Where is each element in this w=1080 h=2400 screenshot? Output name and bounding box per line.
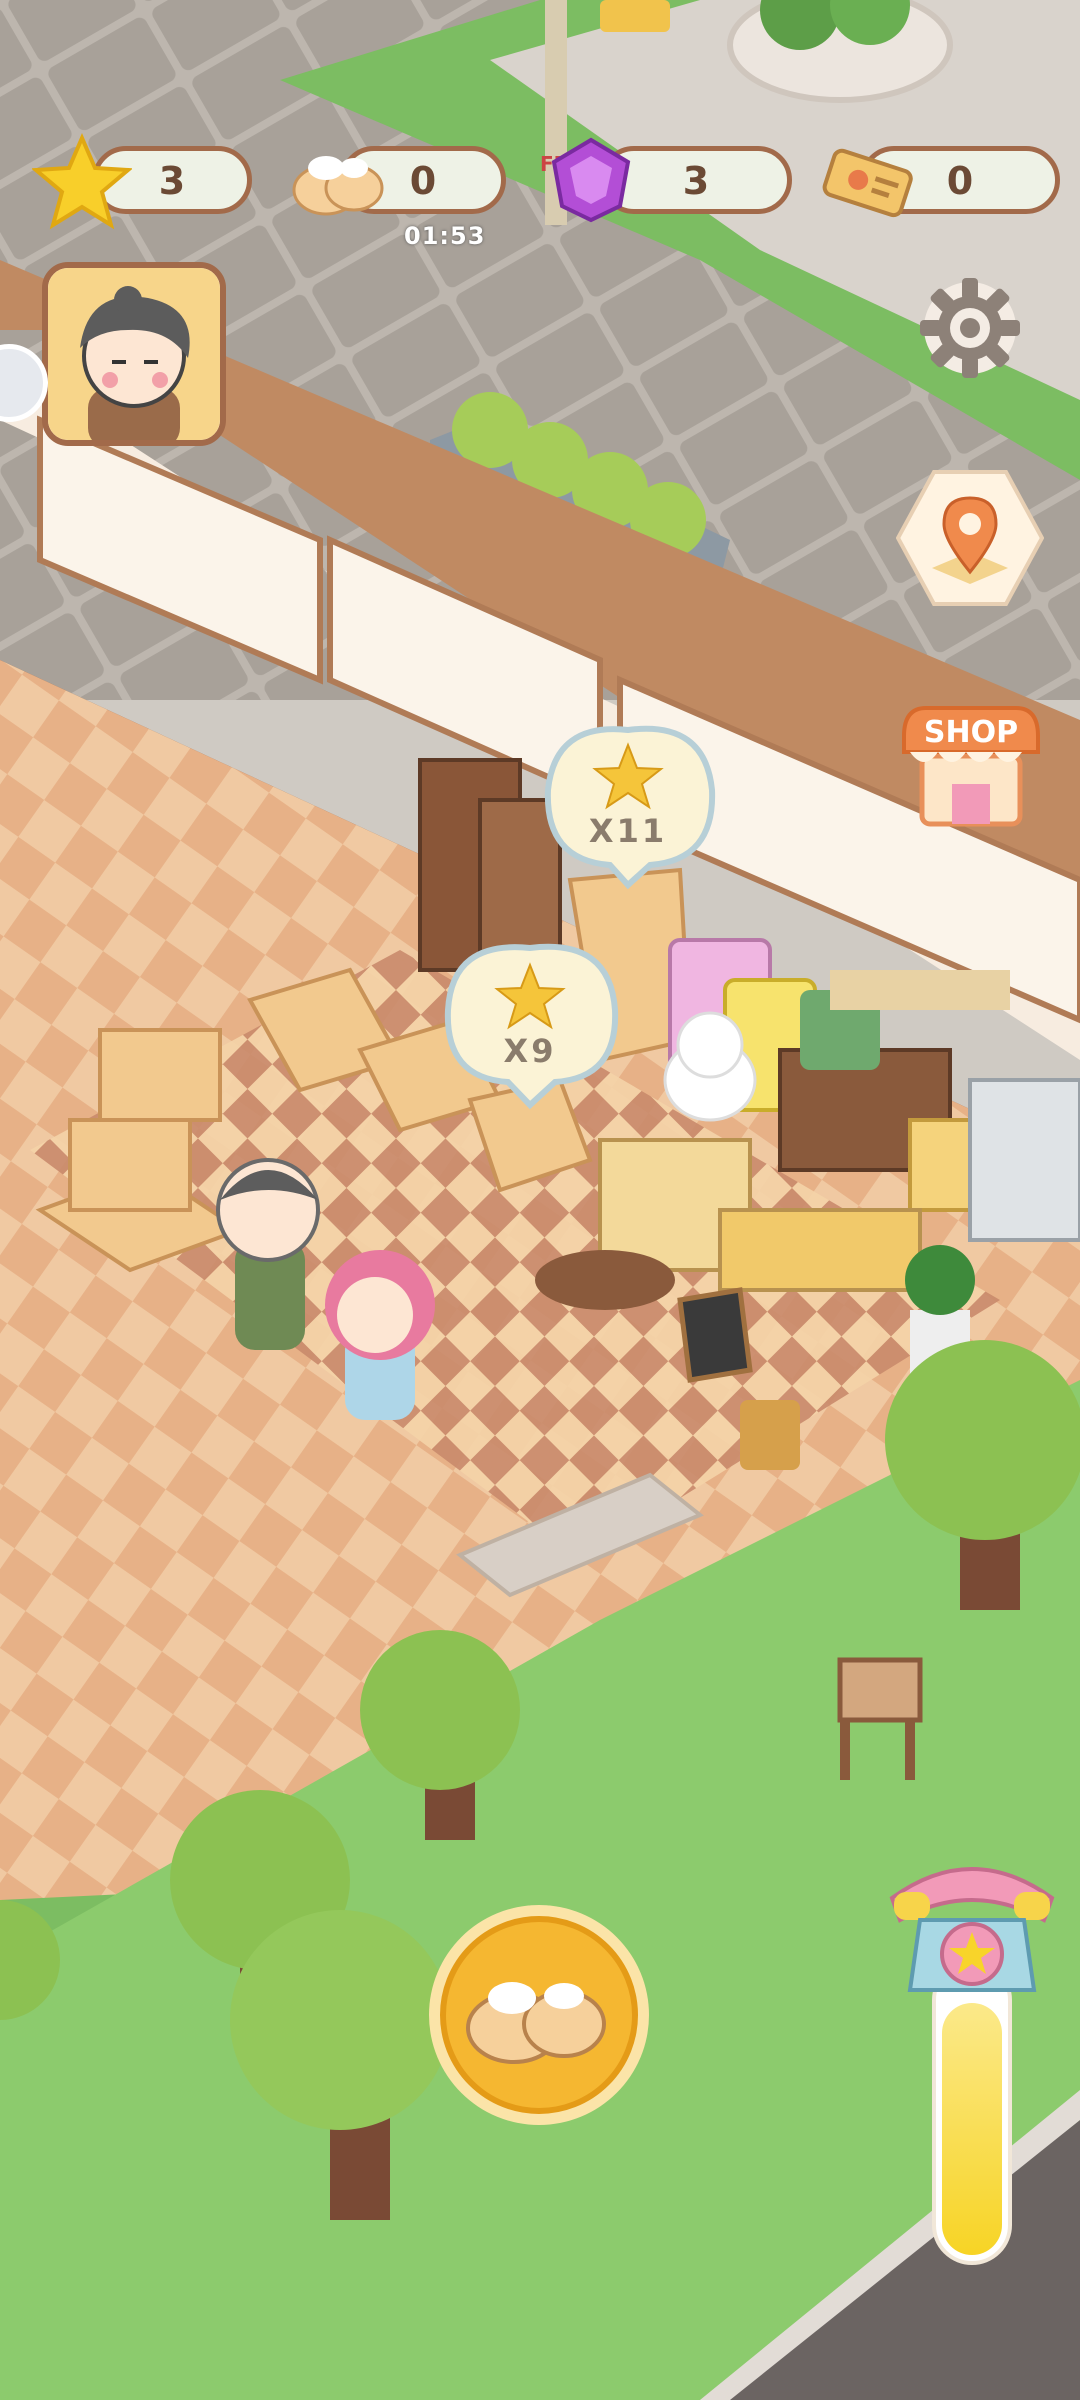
phone-button[interactable] bbox=[884, 1850, 1060, 2000]
bun-timer: 01:53 bbox=[404, 222, 486, 250]
shop-button[interactable]: SHOP bbox=[896, 696, 1046, 836]
bun-icon bbox=[292, 156, 384, 216]
map-button[interactable] bbox=[896, 468, 1044, 608]
energy-meter bbox=[932, 1960, 1012, 2265]
bun-action-button[interactable] bbox=[424, 1900, 654, 2130]
avatar[interactable] bbox=[42, 262, 226, 446]
telephone-icon bbox=[889, 1867, 1055, 1992]
shop-label: SHOP bbox=[924, 715, 1018, 750]
energy-fill bbox=[942, 2003, 1002, 2255]
bubble-x11-label: X11 bbox=[589, 812, 667, 850]
shop-icon: SHOP bbox=[902, 706, 1040, 827]
settings-button[interactable] bbox=[914, 272, 1026, 384]
gem-icon bbox=[551, 137, 631, 223]
grandpa-portrait bbox=[48, 268, 220, 440]
bubble-x9-label: X9 bbox=[504, 1032, 557, 1070]
gear-icon bbox=[920, 278, 1020, 378]
star-icon bbox=[32, 132, 132, 230]
bubble-x11[interactable]: X11 bbox=[544, 725, 716, 890]
hud-bar: 3 0 01:53 FPS:27 3 0 bbox=[0, 0, 1080, 260]
ticket-icon bbox=[822, 148, 913, 218]
